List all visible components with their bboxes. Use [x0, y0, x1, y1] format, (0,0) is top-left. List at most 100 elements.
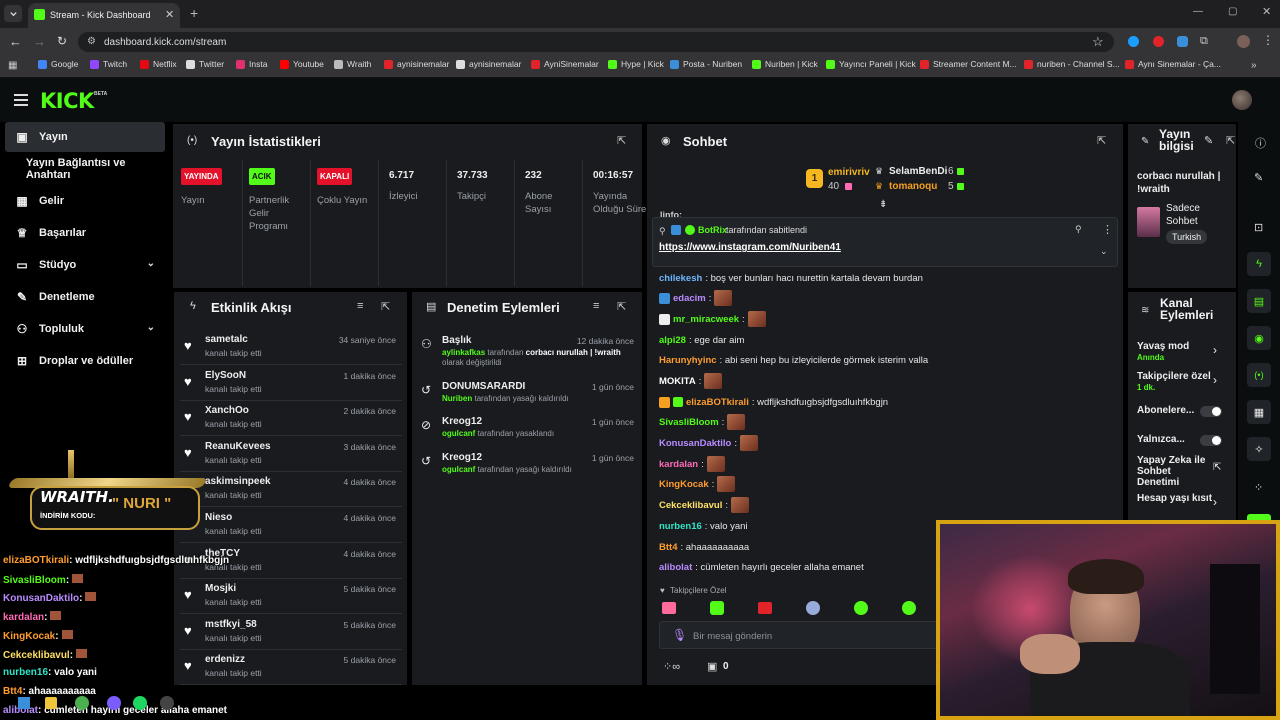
gift-box-icon[interactable]: ▣ [707, 660, 717, 673]
edit-icon[interactable]: ✎ [1204, 134, 1213, 147]
active-tab[interactable]: Stream - Kick Dashboard ✕ [28, 3, 180, 28]
lightning-tool-button[interactable]: ϟ [1247, 252, 1271, 276]
emote-shortcut[interactable] [806, 601, 820, 615]
chat-username[interactable]: Cekceklibavul [659, 500, 722, 511]
bookmark-item[interactable]: aynisinemalar [456, 59, 521, 69]
category-thumbnail[interactable] [1137, 207, 1160, 237]
tab-search-button[interactable] [4, 5, 22, 22]
nav-item[interactable]: ▣ Yayın [5, 122, 165, 152]
bookmark-item[interactable]: Posta - Nuriben [670, 59, 742, 69]
nav-item[interactable]: ⊞ Droplar ve ödüller [5, 346, 165, 376]
site-info-icon[interactable]: ⚙ [87, 36, 96, 47]
chevron-right-icon[interactable]: › [1213, 343, 1217, 357]
chat-username[interactable]: chilekesh [659, 273, 702, 284]
activity-row[interactable]: ♥askimsinpeekkanalı takip etti4 dakika ö… [180, 473, 402, 508]
nav-item[interactable]: ▦ Gelir [5, 186, 165, 216]
chat-username[interactable]: mr_miracweek [673, 314, 739, 325]
chat-username[interactable]: alibolat [659, 562, 692, 573]
emote-shortcut[interactable] [710, 601, 724, 615]
bookmark-item[interactable]: aynisinemalar [384, 59, 449, 69]
mod-action-row[interactable]: ↺ DONUMSARARDI Nuriben tarafından yasağı k… [418, 381, 640, 413]
chat-username[interactable]: KonusanDaktilo [659, 438, 731, 449]
bookmark-item[interactable]: Wraith [334, 59, 371, 69]
broadcast-tool-button[interactable]: (•) [1247, 363, 1271, 387]
chat-message[interactable]: KingKocak: [659, 475, 736, 493]
collapse-icon[interactable]: ⇟ [879, 199, 887, 210]
camera-icon[interactable]: ⊡ [1254, 221, 1263, 234]
toggle-switch[interactable] [1200, 406, 1222, 417]
chat-message[interactable]: Cekceklibavul: [659, 496, 750, 514]
extensions-puzzle-icon[interactable]: ⧉ [1200, 35, 1208, 48]
channel-action-item[interactable]: Yapay Zeka ile Sohbet Denetimi [1137, 455, 1211, 488]
unpin-icon[interactable]: ⚲ [1075, 224, 1082, 235]
kick-logo[interactable]: KICK [40, 89, 94, 113]
bookmark-item[interactable]: Twitch [90, 59, 127, 69]
chat-message[interactable]: edacim: [659, 289, 733, 307]
edit-icon[interactable]: ✎ [1254, 171, 1263, 184]
activity-row[interactable]: ♥ erdenizz kanalı takip etti 5 dakika önce [180, 651, 402, 686]
apps-grid-icon[interactable]: ▦ [8, 60, 17, 71]
chat-message[interactable]: alpi28: ege dar aim [659, 331, 744, 349]
chat-tool-button[interactable]: ◉ [1247, 326, 1271, 350]
chat-message[interactable]: chilekesh: boş ver bunları hacı nurettin… [659, 269, 923, 287]
chat-input[interactable]: 🎙 Bir mesaj gönderin [659, 621, 939, 649]
activity-row[interactable]: ♥ ElySooN kanalı takip etti 1 dakika önce [180, 367, 402, 401]
browser-menu-icon[interactable]: ⋮ [1262, 33, 1274, 47]
bookmark-item[interactable]: Hype | Kick [608, 59, 664, 69]
toggle-switch[interactable] [1200, 435, 1222, 446]
emote-shortcut[interactable] [758, 602, 772, 614]
chat-username[interactable]: Harunyhyinc [659, 355, 717, 366]
nav-item[interactable]: ✎ Denetleme [5, 282, 165, 312]
nav-item[interactable]: ⚇ Topluluk ⌄ [5, 314, 165, 344]
chat-username[interactable]: alpi28 [659, 335, 686, 346]
chat-username[interactable]: Btt4 [659, 542, 677, 553]
wrench-tool-button[interactable]: ✧ [1247, 437, 1271, 461]
external-link-icon[interactable]: ⇱ [1213, 462, 1221, 473]
mod-tool-button[interactable]: ▦ [1247, 400, 1271, 424]
popout-icon[interactable]: ⇱ [617, 134, 626, 147]
tab-close-icon[interactable]: ✕ [165, 8, 174, 21]
bookmark-star-icon[interactable]: ☆ [1092, 34, 1104, 50]
bookmarks-overflow-icon[interactable]: » [1251, 60, 1257, 71]
activity-row[interactable]: ♥ ReanuKevees kanalı takip etti 3 dakika ön… [180, 438, 402, 472]
bookmark-item[interactable]: AyniSinemalar [531, 59, 599, 69]
pinned-message[interactable]: ⚲ BotRix tarafından sabitlendi https://w… [652, 217, 1118, 267]
extension-icon[interactable] [1153, 36, 1164, 47]
leader-name[interactable]: tomanoqu [889, 181, 937, 192]
mod-action-row[interactable]: ↺ Kreog12 ogulcanf tarafından yasağı kaldı… [418, 452, 640, 484]
activity-row[interactable]: ♥Niesokanalı takip etti4 dakika önce [180, 509, 402, 543]
category-name[interactable]: Sadece Sohbet [1166, 202, 1228, 228]
nav-item[interactable]: ♕ Başarılar [5, 218, 165, 248]
user-avatar[interactable] [1232, 90, 1252, 110]
nav-item[interactable]: ▭ Stüdyo ⌄ [5, 250, 165, 280]
popout-icon[interactable]: ⇱ [1226, 134, 1235, 147]
mod-action-row[interactable]: ⚇ Başlık aylinkafkas tarafından corbacı nu… [418, 335, 640, 367]
windows-icon[interactable] [18, 697, 30, 709]
chat-username[interactable]: SivasliBloom [659, 417, 719, 428]
document-tool-button[interactable]: ▤ [1247, 289, 1271, 313]
address-bar[interactable]: ⚙ dashboard.kick.com/stream ☆ [78, 32, 1114, 52]
app-icon[interactable] [160, 696, 174, 710]
folder-icon[interactable] [45, 697, 57, 709]
channel-action-item[interactable]: Hesap yaşı kısıt [1137, 493, 1217, 504]
chat-message[interactable]: elizaBOTkirali: wdfljkshdfuıgbsjdfgsdluı… [659, 393, 888, 411]
bookmark-item[interactable]: Youtube [280, 59, 324, 69]
extension-icon[interactable] [1128, 36, 1139, 47]
bookmark-item[interactable]: Insta [236, 59, 267, 69]
info-icon[interactable]: ⓘ [1255, 135, 1266, 151]
chat-username[interactable]: elizaBOTkirali [686, 397, 749, 408]
new-tab-icon[interactable]: + [190, 5, 198, 21]
extension-icon[interactable] [1177, 36, 1188, 47]
chat-username[interactable]: nurben16 [659, 521, 702, 532]
users-icon[interactable]: ⁘ [1254, 481, 1263, 494]
chevron-right-icon[interactable]: › [1213, 373, 1217, 387]
chat-message[interactable]: mr_miracweek: [659, 310, 766, 328]
filter-icon[interactable]: ≡ [593, 300, 599, 312]
leader-name[interactable]: SelamBenDi [889, 166, 947, 177]
chat-message[interactable]: MOKITA: [659, 372, 723, 390]
spotify-icon[interactable] [133, 696, 147, 710]
activity-row[interactable]: ♥ sametalc kanalı takip etti 34 saniye önce [180, 331, 402, 365]
reload-icon[interactable]: ↻ [57, 34, 67, 48]
chat-username[interactable]: KingKocak [659, 479, 709, 490]
emote-shortcut[interactable] [902, 601, 916, 615]
